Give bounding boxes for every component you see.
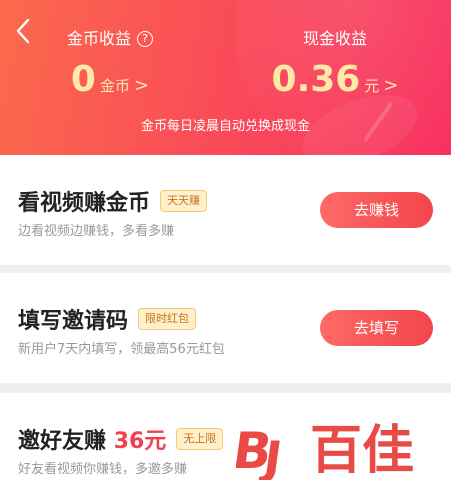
exchange-note: 金币每日凌晨自动兑换成现金	[140, 119, 310, 134]
watermark-logo: B J 百佳	[236, 418, 451, 480]
gold-earnings: 金币收益 ? 0 金币 >	[40, 26, 180, 100]
task-title-row: 填写邀请码 限时红包	[18, 303, 197, 335]
task-description: 新用户7天内填写，领最高56元红包	[18, 342, 225, 357]
chevron-right-icon: >	[133, 75, 150, 96]
cash-earnings: 现金收益 0.36 元 >	[255, 26, 415, 100]
back-button[interactable]	[8, 14, 38, 48]
task-title: 填写邀请码	[18, 309, 129, 334]
svg-text:百佳: 百佳	[310, 421, 414, 480]
task-tag: 无上限	[176, 428, 224, 450]
chevron-right-icon: >	[383, 75, 399, 96]
cash-amount-link[interactable]: 0.36 元 >	[255, 60, 415, 100]
cash-amount: 0.36	[271, 59, 361, 100]
watermark-baijia-text: 百佳	[310, 421, 414, 480]
task-title-text: 邀好友赚	[18, 429, 107, 454]
watermark-bj-icon: B J	[236, 421, 285, 480]
task-title-row: 邀好友赚 36元 无上限	[18, 423, 224, 455]
task-title-row: 看视频赚金币 天天赚	[18, 185, 208, 217]
task-title: 看视频赚金币	[18, 191, 151, 216]
task-tag: 限时红包	[138, 308, 197, 330]
task-description: 边看视频边赚钱，多看多赚	[18, 224, 175, 239]
task-title: 邀好友赚 36元	[18, 423, 166, 455]
task-card-watch-video: 看视频赚金币 天天赚 边看视频边赚钱，多看多赚 去赚钱	[0, 155, 451, 265]
cash-unit: 元	[364, 77, 380, 95]
cash-earnings-title-row: 现金收益	[303, 26, 367, 52]
task-tag: 天天赚	[160, 190, 208, 212]
gold-amount: 0	[70, 59, 96, 100]
question-circle-icon[interactable]: ?	[137, 31, 153, 47]
task-card-invite-code: 填写邀请码 限时红包 新用户7天内填写，领最高56元红包 去填写	[0, 273, 451, 383]
gold-earnings-title: 金币收益	[66, 29, 131, 48]
earnings-header: 金币收益 ? 0 金币 > 现金收益 0.36 元 > 金币每日凌晨自动兑换成现…	[0, 0, 451, 155]
gold-amount-link[interactable]: 0 金币 >	[40, 60, 180, 100]
chevron-left-icon	[16, 18, 30, 44]
gold-earnings-title-row: 金币收益 ?	[67, 26, 153, 52]
gold-unit: 金币	[99, 77, 130, 95]
cash-earnings-title: 现金收益	[302, 29, 367, 48]
reward-amount: 36元	[113, 429, 167, 454]
task-description: 好友看视频你赚钱，多邀多赚	[18, 462, 188, 477]
earn-money-button[interactable]: 去赚钱	[320, 192, 433, 228]
fill-in-button[interactable]: 去填写	[320, 310, 433, 346]
